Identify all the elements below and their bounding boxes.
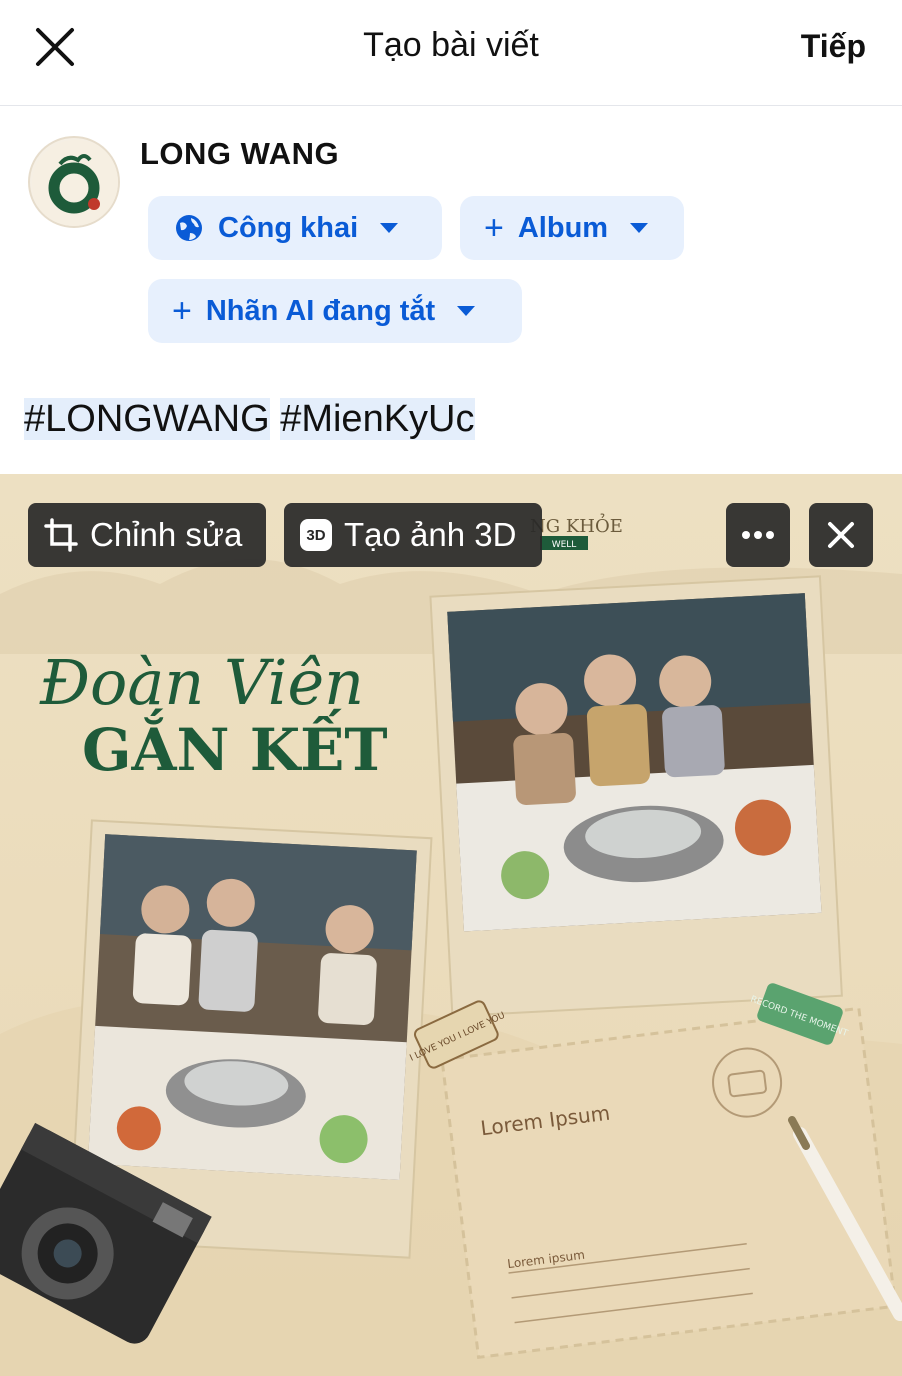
plus-icon: + [484, 209, 504, 247]
hashtag[interactable]: #LONGWANG [24, 398, 270, 440]
post-caption[interactable]: #LONGWANG #MienKyUc [24, 398, 475, 441]
create-3d-button[interactable]: 3D Tạo ảnh 3D [284, 503, 542, 567]
edit-photo-button[interactable]: Chỉnh sửa [28, 503, 266, 567]
chevron-down-icon [380, 223, 399, 233]
more-icon [742, 531, 774, 539]
3d-icon: 3D [300, 519, 332, 551]
audience-label: Công khai [218, 211, 359, 244]
album-label: Album [517, 211, 609, 244]
ai-label-selector[interactable]: + Nhãn AI đang tắt [148, 279, 522, 343]
album-selector[interactable]: + Album [460, 196, 684, 260]
crop-icon [44, 518, 78, 552]
chevron-down-icon [630, 223, 649, 233]
brand-fragment: NG KHỎE [530, 512, 623, 537]
chevron-down-icon [457, 306, 476, 316]
edit-label: Chỉnh sửa [90, 516, 243, 553]
avatar [28, 136, 120, 228]
next-button[interactable]: Tiếp [801, 28, 866, 65]
attached-photo[interactable]: Lorem Ipsum Lorem ipsum I LOVE YOU I LOV… [0, 474, 902, 1376]
plus-icon: + [172, 292, 192, 330]
poster-title: GẮN KẾT [82, 708, 388, 784]
close-icon [828, 522, 854, 548]
profile-name: LONG WANG [140, 136, 340, 171]
create-3d-label: Tạo ảnh 3D [344, 516, 517, 553]
audience-selector[interactable]: Công khai [148, 196, 442, 260]
hashtag[interactable]: #MienKyUc [280, 398, 475, 440]
page-title: Tạo bài viết [363, 26, 539, 64]
remove-photo-button[interactable] [809, 503, 873, 567]
poster-image: Lorem Ipsum Lorem ipsum I LOVE YOU I LOV… [0, 474, 902, 1376]
more-options-button[interactable] [726, 503, 790, 567]
top-bar: Tạo bài viết Tiếp [0, 0, 902, 106]
dragon-logo-icon [32, 140, 118, 226]
globe-icon [176, 215, 202, 241]
brand-tag: WELL [552, 540, 577, 550]
poster-script-line: Đoàn Viên [39, 646, 364, 719]
ai-label-text: Nhãn AI đang tắt [205, 294, 436, 327]
